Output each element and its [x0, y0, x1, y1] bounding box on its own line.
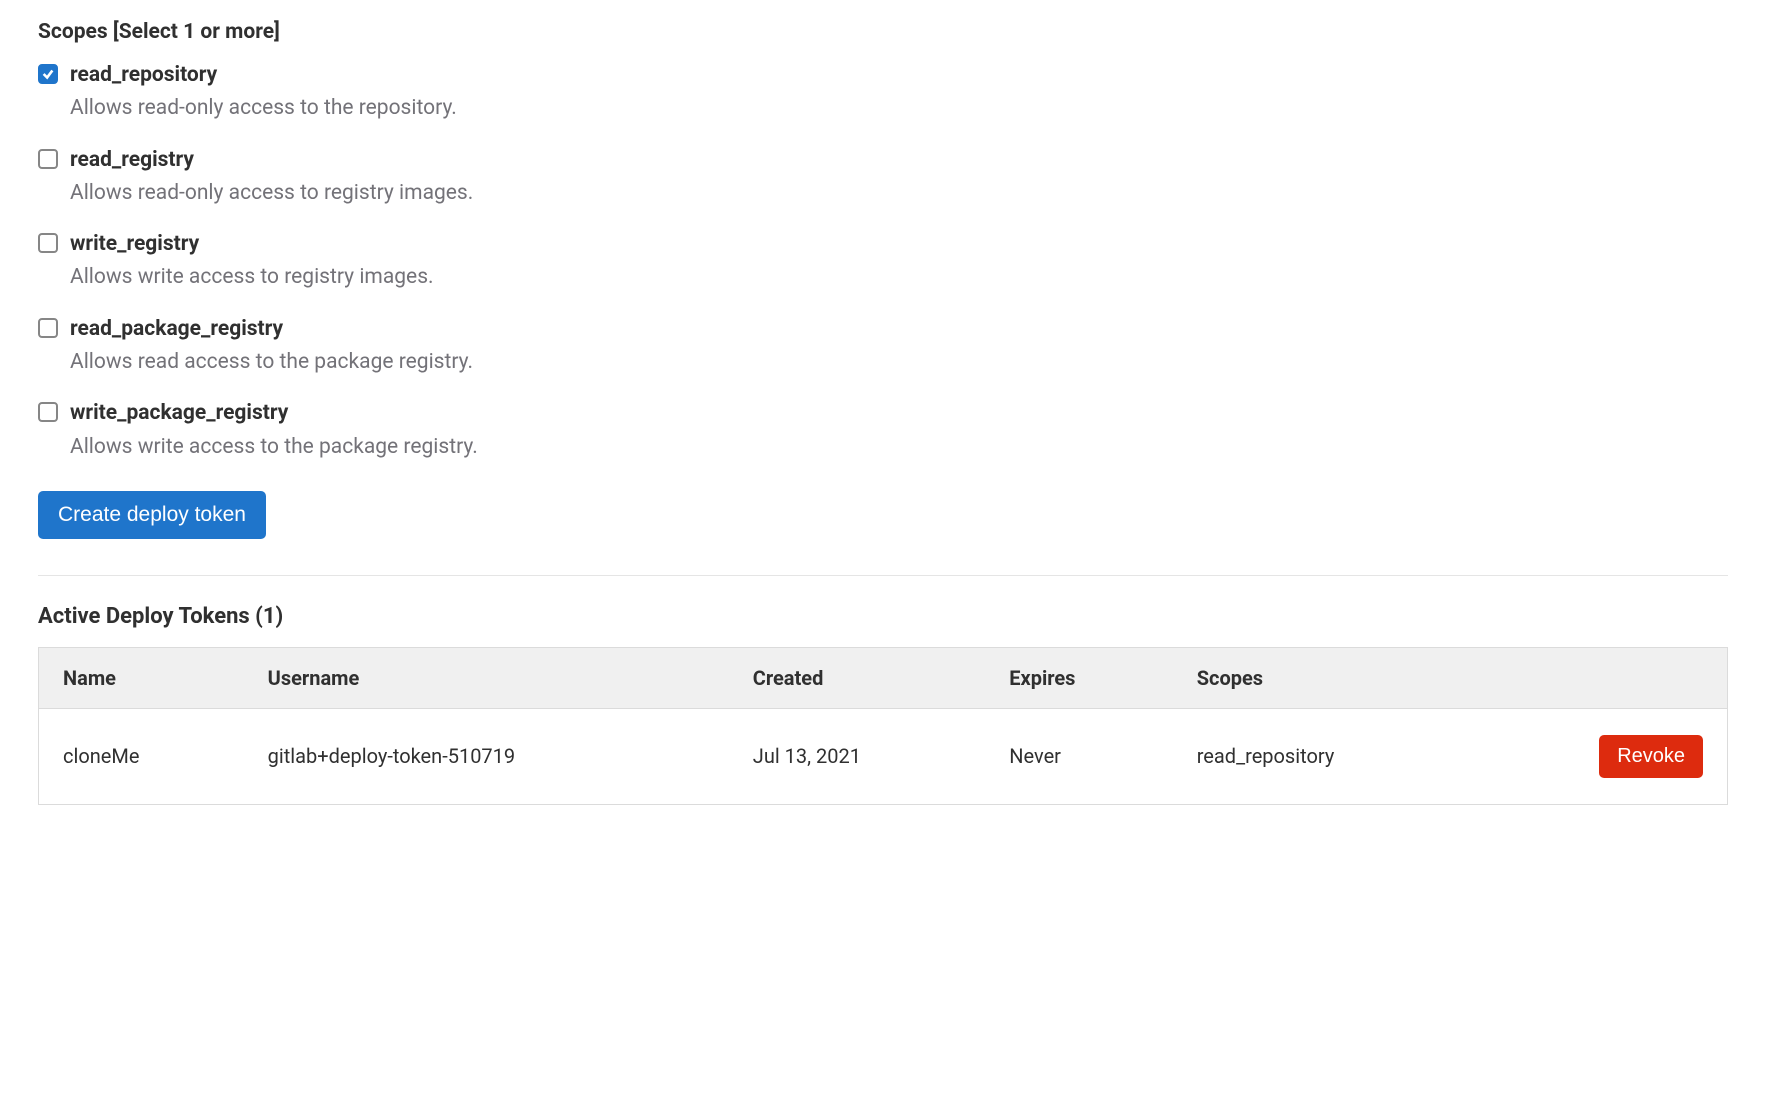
cell-name: cloneMe	[39, 708, 244, 804]
cell-scopes: read_repository	[1173, 708, 1478, 804]
check-icon	[41, 67, 55, 81]
scope-label: read_registry	[70, 147, 473, 174]
column-header-username: Username	[244, 647, 729, 708]
scope-item-write-package-registry: write_package_registry Allows write acce…	[38, 400, 1728, 461]
active-deploy-tokens-heading: Active Deploy Tokens (1)	[38, 604, 1728, 629]
cell-expires: Never	[985, 708, 1172, 804]
scope-item-read-registry: read_registry Allows read-only access to…	[38, 147, 1728, 208]
scopes-heading: Scopes [Select 1 or more]	[38, 20, 1728, 44]
cell-actions: Revoke	[1477, 708, 1727, 804]
table-header-row: Name Username Created Expires Scopes	[39, 647, 1728, 708]
checkbox-read-package-registry[interactable]	[38, 318, 58, 338]
scope-description: Allows read access to the package regist…	[70, 349, 473, 376]
column-header-created: Created	[729, 647, 985, 708]
checkbox-read-registry[interactable]	[38, 149, 58, 169]
revoke-button[interactable]: Revoke	[1599, 735, 1703, 778]
scope-item-read-package-registry: read_package_registry Allows read access…	[38, 316, 1728, 377]
scope-description: Allows read-only access to registry imag…	[70, 180, 473, 207]
scope-label: write_registry	[70, 231, 434, 258]
scope-label: read_package_registry	[70, 316, 473, 343]
cell-username: gitlab+deploy-token-510719	[244, 708, 729, 804]
create-deploy-token-button[interactable]: Create deploy token	[38, 491, 266, 539]
column-header-scopes: Scopes	[1173, 647, 1478, 708]
scope-label: write_package_registry	[70, 400, 478, 427]
checkbox-read-repository[interactable]	[38, 64, 58, 84]
table-row: cloneMe gitlab+deploy-token-510719 Jul 1…	[39, 708, 1728, 804]
deploy-tokens-table: Name Username Created Expires Scopes clo…	[38, 647, 1728, 805]
scope-item-read-repository: read_repository Allows read-only access …	[38, 62, 1728, 123]
checkbox-write-registry[interactable]	[38, 233, 58, 253]
scope-description: Allows write access to the package regis…	[70, 434, 478, 461]
scope-description: Allows read-only access to the repositor…	[70, 95, 457, 122]
column-header-actions	[1477, 647, 1727, 708]
scope-label: read_repository	[70, 62, 457, 89]
checkbox-write-package-registry[interactable]	[38, 402, 58, 422]
scope-item-write-registry: write_registry Allows write access to re…	[38, 231, 1728, 292]
column-header-expires: Expires	[985, 647, 1172, 708]
divider	[38, 575, 1728, 576]
column-header-name: Name	[39, 647, 244, 708]
scope-description: Allows write access to registry images.	[70, 264, 434, 291]
cell-created: Jul 13, 2021	[729, 708, 985, 804]
